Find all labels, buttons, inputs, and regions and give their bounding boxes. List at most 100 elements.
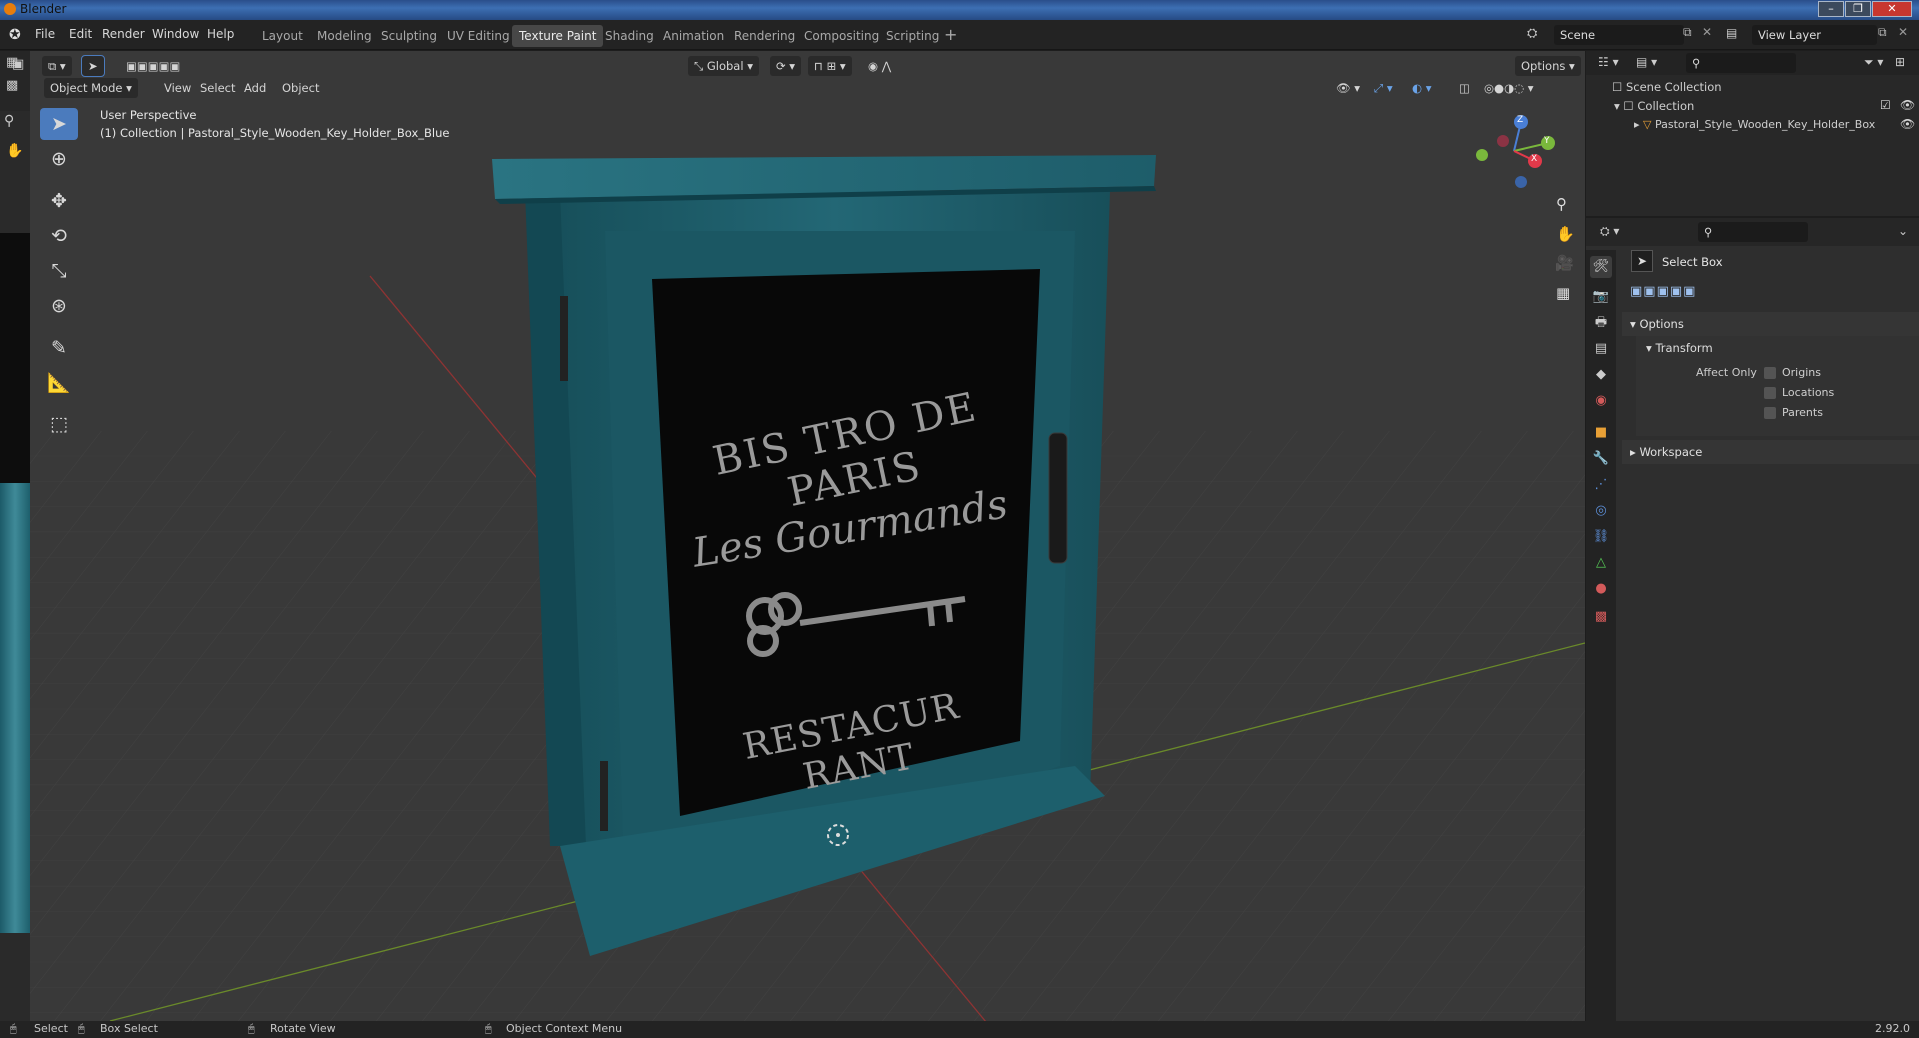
- menu-add[interactable]: Add: [238, 78, 272, 98]
- add-workspace-button[interactable]: +: [944, 25, 957, 44]
- filter-icon[interactable]: ⏷ ▾: [1864, 55, 1883, 70]
- orientation-selector[interactable]: ⤡ Global ▾: [688, 56, 759, 76]
- transform-subpanel-header[interactable]: ▾ Transform: [1646, 341, 1713, 355]
- scene-icon[interactable]: ⛭: [1527, 26, 1537, 41]
- measure-icon[interactable]: 📐: [40, 367, 78, 399]
- new-collection-icon[interactable]: ⊞: [1895, 55, 1905, 69]
- image-editor-icon[interactable]: ▩: [6, 78, 18, 93]
- close-window-button[interactable]: ✕: [1872, 1, 1912, 17]
- selection-mode-icons[interactable]: ▣▣▣▣▣: [120, 56, 186, 76]
- navigation-gizmo[interactable]: Z Y X: [1470, 111, 1560, 191]
- cursor-icon[interactable]: ⊕: [40, 143, 78, 175]
- transform-icon[interactable]: ⊛: [40, 290, 78, 322]
- tool-settings-icon[interactable]: ⧉ ▾: [42, 56, 72, 76]
- tab-uv-editing[interactable]: UV Editing: [440, 25, 517, 47]
- properties-search-input[interactable]: ⚲: [1698, 222, 1808, 242]
- proportional-edit-icon[interactable]: ◉ ⋀: [862, 56, 897, 76]
- tab-data-icon[interactable]: △: [1590, 552, 1612, 574]
- add-cube-icon[interactable]: ⬚: [40, 408, 78, 440]
- tab-view-layer-icon[interactable]: ▤: [1590, 338, 1612, 360]
- tab-modifiers-icon[interactable]: 🔧: [1590, 448, 1612, 470]
- view-layer-selector[interactable]: View Layer: [1752, 25, 1877, 45]
- tab-sculpting[interactable]: Sculpting: [374, 25, 444, 47]
- options-panel-header[interactable]: ▾ Options: [1622, 312, 1919, 336]
- tab-texture-paint[interactable]: Texture Paint: [512, 25, 604, 47]
- tab-compositing[interactable]: Compositing: [797, 25, 886, 47]
- tab-output-icon[interactable]: 🖶: [1590, 312, 1612, 334]
- menu-object[interactable]: Object: [276, 78, 325, 98]
- 3d-viewport[interactable]: BIS TRO DE PARIS Les Gourmands RESTACUR …: [30, 51, 1585, 1021]
- blender-logo-icon[interactable]: ✪: [9, 27, 21, 43]
- outliner-collection[interactable]: ▾ ☐ Collection: [1614, 99, 1694, 113]
- tab-tool-icon[interactable]: 🛠: [1590, 256, 1612, 278]
- overlays-icon[interactable]: ◐ ▾: [1406, 78, 1437, 98]
- view-layer-icon[interactable]: ▤: [1726, 26, 1737, 40]
- select-box-icon[interactable]: ➤: [40, 108, 78, 140]
- shading-modes-icon[interactable]: ◎●◑◌ ▾: [1478, 78, 1540, 98]
- menu-edit[interactable]: Edit: [69, 27, 92, 41]
- menu-help[interactable]: Help: [207, 27, 234, 41]
- camera-icon[interactable]: 🎥: [1555, 254, 1574, 272]
- menu-render[interactable]: Render: [102, 27, 145, 41]
- tab-scene-icon[interactable]: ◆: [1590, 364, 1612, 386]
- snap-icon[interactable]: ⊓ ⊞ ▾: [808, 56, 852, 76]
- menu-view[interactable]: View: [158, 78, 197, 98]
- tab-animation[interactable]: Animation: [656, 25, 731, 47]
- select-tool-icon[interactable]: ➤: [81, 55, 105, 77]
- filter-mode-icon[interactable]: ▤ ▾: [1636, 55, 1657, 69]
- origins-checkbox[interactable]: Origins: [1764, 366, 1821, 379]
- tab-object-icon[interactable]: ■: [1590, 422, 1612, 444]
- display-mode-icon[interactable]: ☷ ▾: [1598, 55, 1619, 69]
- tab-rendering[interactable]: Rendering: [727, 25, 802, 47]
- pivot-icon[interactable]: ⟳ ▾: [770, 56, 802, 76]
- menu-window[interactable]: Window: [152, 27, 199, 41]
- collection-checkbox[interactable]: ☑: [1880, 98, 1891, 112]
- tab-material-icon[interactable]: ●: [1590, 578, 1612, 600]
- annotate-icon[interactable]: ✎: [40, 332, 78, 364]
- tab-particles-icon[interactable]: ⋰: [1590, 474, 1612, 496]
- properties-editor-icon[interactable]: ⛭ ▾: [1600, 224, 1619, 239]
- menu-select[interactable]: Select: [194, 78, 241, 98]
- tab-render-icon[interactable]: 📷: [1590, 286, 1612, 308]
- gizmo-toggle-icon[interactable]: ⤢ ▾: [1368, 78, 1399, 98]
- object-eye-icon[interactable]: 👁: [1900, 117, 1915, 131]
- view-layer-delete-icon[interactable]: ✕: [1898, 25, 1908, 39]
- hand-icon[interactable]: ✋: [1556, 225, 1575, 243]
- zoom-icon[interactable]: ⚲: [1556, 195, 1567, 213]
- rotate-icon[interactable]: ⟲: [40, 220, 78, 252]
- minimize-button[interactable]: –: [1818, 1, 1844, 17]
- outliner-scene-collection[interactable]: ☐ Scene Collection: [1612, 80, 1722, 94]
- tab-world-icon[interactable]: ◉: [1590, 390, 1612, 412]
- properties-options-icon[interactable]: ⌄: [1898, 224, 1908, 238]
- tab-shading[interactable]: Shading: [598, 25, 661, 47]
- view-layer-copy-icon[interactable]: ⧉: [1878, 25, 1887, 40]
- scene-delete-icon[interactable]: ✕: [1702, 25, 1712, 39]
- editor-type-3d-icon[interactable]: ▣: [12, 57, 24, 72]
- tab-scripting[interactable]: Scripting: [879, 25, 946, 47]
- tab-modeling[interactable]: Modeling: [310, 25, 379, 47]
- tool-mode-icons[interactable]: ▣▣▣▣▣: [1630, 284, 1696, 299]
- tab-constraints-icon[interactable]: ⛓: [1590, 526, 1612, 548]
- collection-eye-icon[interactable]: 👁: [1900, 98, 1915, 112]
- outliner-search-input[interactable]: ⚲: [1686, 53, 1796, 73]
- move-icon[interactable]: ✥: [40, 185, 78, 217]
- scene-copy-icon[interactable]: ⧉: [1683, 25, 1692, 40]
- maximize-button[interactable]: ❐: [1845, 1, 1871, 17]
- menu-file[interactable]: File: [35, 27, 55, 41]
- scene-selector[interactable]: Scene: [1554, 25, 1684, 45]
- xray-icon[interactable]: ◫: [1453, 78, 1476, 98]
- tab-physics-icon[interactable]: ◎: [1590, 500, 1612, 522]
- tab-layout[interactable]: Layout: [255, 25, 310, 47]
- options-dropdown[interactable]: Options ▾: [1515, 56, 1581, 76]
- visibility-icon[interactable]: 👁 ▾: [1330, 78, 1366, 98]
- mode-selector[interactable]: Object Mode ▾: [44, 78, 138, 98]
- scale-icon[interactable]: ⤡: [40, 255, 78, 287]
- locations-checkbox[interactable]: Locations: [1764, 386, 1834, 399]
- zoom-view-icon[interactable]: ⚲: [4, 113, 14, 129]
- outliner-object-row[interactable]: ▸ ▽ Pastoral_Style_Wooden_Key_Holder_Box: [1634, 118, 1884, 131]
- tab-texture-icon[interactable]: ▩: [1590, 606, 1612, 628]
- pan-hand-icon[interactable]: ✋: [6, 143, 23, 159]
- grid-icon[interactable]: ▦: [1556, 284, 1570, 302]
- workspace-panel-header[interactable]: ▸ Workspace: [1622, 440, 1919, 464]
- parents-checkbox[interactable]: Parents: [1764, 406, 1823, 419]
